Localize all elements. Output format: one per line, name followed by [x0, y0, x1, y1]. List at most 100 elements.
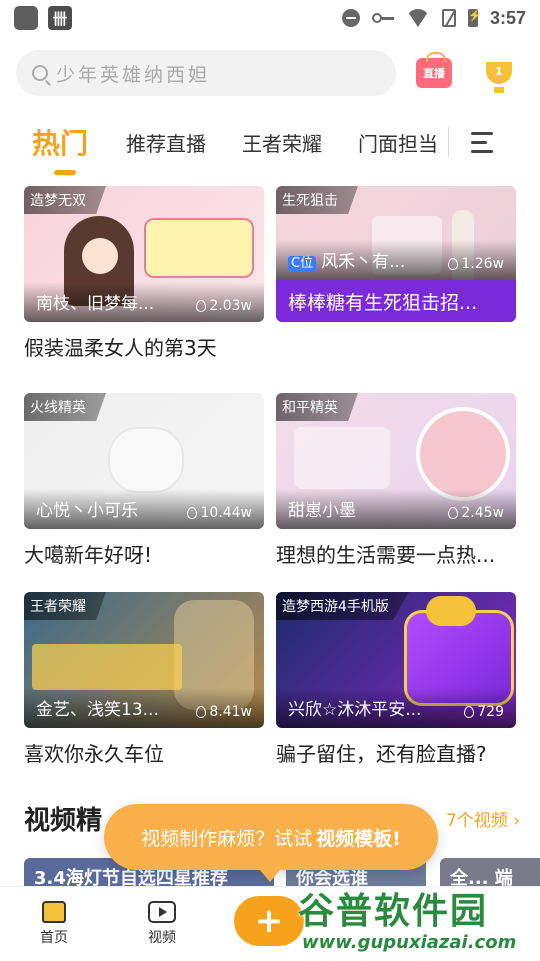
popularity-count: 10.44w [200, 505, 252, 521]
game-tag: 和平精英 [276, 393, 358, 421]
streamer-name: 兴欣☆沐沐平安... [288, 700, 422, 720]
toast-highlight: 视频模板! [316, 827, 401, 850]
game-tag: 火线精英 [24, 393, 106, 421]
nav-home[interactable]: 首页 [0, 901, 108, 947]
card-thumbnail[interactable]: 生死狙击 C位 风禾丶有... 1.26w 棒棒糖有生死狙击招... [276, 186, 516, 322]
card-thumbnail[interactable]: 王者荣耀 金艺、浅笑13... 8.41w [24, 592, 264, 728]
popularity: 8.41w [196, 704, 252, 720]
wifi-icon [405, 9, 430, 27]
section-title: 视频精 [24, 806, 103, 836]
card-overlay: 甜崽小墨 2.45w [276, 489, 516, 529]
flame-icon [464, 706, 475, 718]
search-input[interactable]: 少年英雄纳西妲 [16, 50, 396, 96]
notification-square-icon [14, 6, 38, 30]
card-title[interactable]: 理想的生活需要一点热... [276, 539, 516, 568]
flame-icon [448, 258, 459, 270]
card-thumbnail[interactable]: 和平精英 甜崽小墨 2.45w [276, 393, 516, 529]
battery-charging-icon [467, 9, 482, 27]
popularity: 1.26w [448, 256, 504, 272]
live-label: 直播 [423, 67, 445, 80]
popularity-count: 729 [477, 704, 504, 720]
live-card[interactable]: 造梦西游4手机版 兴欣☆沐沐平安... 729 骗子留住，还有脸直播? [276, 592, 516, 767]
card-title[interactable]: 大噶新年好呀! [24, 539, 264, 568]
card-thumbnail[interactable]: 造梦无双 南枝、旧梦每... 2.03w [24, 186, 264, 322]
live-card[interactable]: 火线精英 心悦丶小可乐 10.44w 大噶新年好呀! [24, 393, 264, 568]
search-icon [32, 65, 48, 81]
tab-honor-of-kings[interactable]: 王者荣耀 [242, 128, 322, 157]
game-tag: 造梦西游4手机版 [276, 592, 409, 620]
popularity-count: 1.26w [461, 256, 504, 272]
app-notification-icon: 卌 [48, 6, 72, 30]
trophy-icon[interactable]: 1 [486, 62, 512, 93]
vpn-key-icon [371, 13, 394, 23]
streamer-portrait [416, 407, 510, 501]
watermark: 谷普软件园 www.gupuxiazai.com [298, 880, 540, 960]
status-bar: 卌 3:57 [0, 0, 540, 36]
live-button[interactable]: 直播 [416, 52, 452, 88]
streamer-name: 甜崽小墨 [288, 501, 356, 521]
do-not-disturb-icon [341, 9, 360, 27]
streamer-name: 南枝、旧梦每... [36, 294, 155, 314]
flame-icon [196, 300, 207, 312]
nav-video-label: 视频 [148, 930, 176, 946]
card-overlay: 兴欣☆沐沐平安... 729 [276, 688, 516, 728]
game-tag: 造梦无双 [24, 186, 106, 214]
streamer-name: 心悦丶小可乐 [36, 501, 138, 521]
section-more-link[interactable]: 7个视频 › [446, 806, 520, 831]
popularity: 729 [464, 704, 504, 720]
c-position-badge: C位 [288, 256, 317, 271]
menu-icon[interactable] [471, 131, 494, 153]
title-sticker [32, 644, 182, 690]
card-overlay: C位 风禾丶有... 1.26w [276, 240, 516, 280]
flame-icon [448, 507, 459, 519]
tab-hot[interactable]: 热门 [32, 122, 88, 175]
card-title[interactable]: 骗子留住，还有脸直播? [276, 738, 516, 767]
streamer-name: 金艺、浅笑13... [36, 700, 159, 720]
tab-recommended-live[interactable]: 推荐直播 [126, 128, 206, 157]
flame-icon [187, 507, 198, 519]
popularity: 2.45w [448, 505, 504, 521]
card-thumbnail[interactable]: 火线精英 心悦丶小可乐 10.44w [24, 393, 264, 529]
game-tag: 王者荣耀 [24, 592, 106, 620]
sticker-text [294, 427, 390, 489]
watermark-url: www.gupuxiazai.com [302, 932, 517, 953]
popularity-count: 8.41w [209, 704, 252, 720]
search-row: 少年英雄纳西妲 直播 1 [16, 48, 526, 98]
popularity: 2.03w [196, 298, 252, 314]
card-overlay: 心悦丶小可乐 10.44w [24, 489, 264, 529]
status-time: 3:57 [489, 7, 526, 28]
popularity-count: 2.45w [461, 505, 504, 521]
game-tag: 生死狙击 [276, 186, 358, 214]
live-card[interactable]: 王者荣耀 金艺、浅笑13... 8.41w 喜欢你永久车位 [24, 592, 264, 767]
nav-video[interactable]: 视频 [108, 901, 216, 947]
card-banner-title: 棒棒糖有生死狙击招... [276, 280, 516, 322]
card-thumbnail[interactable]: 造梦西游4手机版 兴欣☆沐沐平安... 729 [276, 592, 516, 728]
home-icon [42, 901, 66, 923]
card-title[interactable]: 喜欢你永久车位 [24, 738, 264, 767]
streamer-name: C位 风禾丶有... [288, 247, 405, 272]
card-overlay: 金艺、浅笑13... 8.41w [24, 688, 264, 728]
cat-mascot [426, 596, 476, 626]
toast-text: 视频制作麻烦？试试 [141, 827, 313, 850]
flame-icon [196, 706, 207, 718]
placeholder-cat-icon [108, 427, 184, 493]
live-card[interactable]: 生死狙击 C位 风禾丶有... 1.26w 棒棒糖有生死狙击招... [276, 186, 516, 322]
category-tabs: 热门 推荐直播 王者荣耀 门面担当 [0, 112, 540, 175]
character-face [82, 238, 118, 274]
video-template-toast[interactable]: 视频制作麻烦？试试 视频模板! [104, 804, 438, 882]
popularity-count: 2.03w [209, 298, 252, 314]
live-card[interactable]: 造梦无双 南枝、旧梦每... 2.03w 假装温柔女人的第3天 [24, 186, 264, 361]
video-play-icon [148, 901, 176, 923]
tab-divider [448, 127, 450, 157]
create-plus-button[interactable]: + [234, 896, 304, 946]
card-title[interactable]: 假装温柔女人的第3天 [24, 332, 264, 361]
live-card[interactable]: 和平精英 甜崽小墨 2.45w 理想的生活需要一点热... [276, 393, 516, 568]
trophy-rank: 1 [495, 65, 503, 78]
nav-home-label: 首页 [40, 930, 68, 946]
watermark-main: 谷普软件园 [298, 891, 489, 932]
title-sticker [144, 218, 254, 278]
popularity: 10.44w [187, 505, 252, 521]
tab-face-value[interactable]: 门面担当 [358, 128, 438, 157]
card-overlay: 南枝、旧梦每... 2.03w [24, 282, 264, 322]
no-sim-icon [441, 9, 456, 27]
